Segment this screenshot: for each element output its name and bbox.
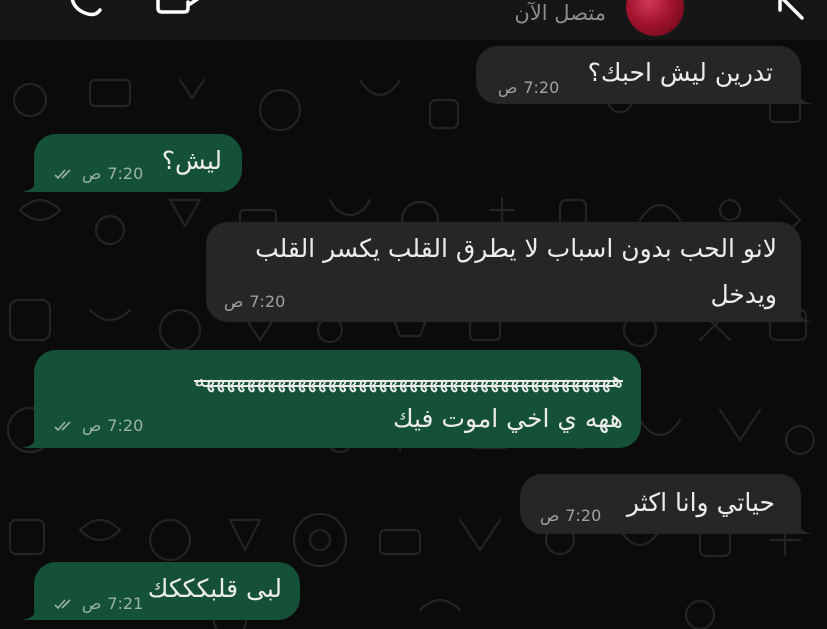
message-outgoing[interactable]: ليش؟ ص 7:20	[22, 134, 242, 192]
message-incoming[interactable]: تدرين ليش احبك؟ ص 7:20	[476, 46, 813, 104]
message-text: ليش؟	[161, 146, 222, 175]
message-timestamp: ص 7:20	[224, 292, 286, 311]
message-timestamp: ص 7:20	[498, 78, 560, 97]
read-receipt-icon	[54, 420, 71, 431]
message-text-line: لانو الحب بدون اسباب لا يطرق القلب يكسر …	[255, 234, 777, 263]
message-text-line: ويدخل	[710, 280, 777, 309]
phone-call-icon[interactable]	[62, 0, 112, 28]
avatar[interactable]	[626, 0, 684, 36]
message-text: لبى قلبكككك	[147, 574, 282, 603]
bubble-tail	[22, 170, 42, 192]
bubble-tail	[22, 426, 42, 448]
bubble-tail	[793, 512, 813, 534]
message-text: حياتي وانا اكثر	[626, 488, 775, 517]
bubble-tail	[22, 598, 42, 620]
message-timestamp: ص 7:20	[54, 164, 143, 183]
contact-status: متصل الآن	[514, 1, 606, 25]
message-text-line: ههه ي اخي اموت فيك	[392, 404, 623, 433]
message-text: تدرين ليش احبك؟	[587, 58, 773, 87]
chat-wallpaper	[6, 76, 816, 629]
video-call-icon[interactable]	[150, 0, 210, 28]
back-arrow-icon[interactable]	[770, 0, 810, 28]
message-timestamp: ص 7:20	[54, 416, 143, 435]
read-receipt-icon	[54, 168, 71, 179]
message-timestamp: ص 7:20	[540, 506, 602, 525]
message-incoming[interactable]: حياتي وانا اكثر ص 7:20	[520, 474, 813, 534]
message-outgoing[interactable]: لبى قلبكككك ص 7:21	[22, 562, 300, 620]
message-outgoing[interactable]: هههههههههههههههههههههههههههههههههههههههه…	[22, 350, 641, 448]
bubble-tail	[793, 82, 813, 104]
bubble-tail	[793, 300, 813, 322]
read-receipt-icon	[54, 598, 71, 609]
chat-header: متصل الآن	[0, 0, 827, 40]
message-incoming[interactable]: لانو الحب بدون اسباب لا يطرق القلب يكسر …	[206, 222, 813, 322]
message-timestamp: ص 7:21	[54, 594, 143, 613]
message-text-line: هههههههههههههههههههههههههههههههههههههههه…	[193, 368, 623, 393]
